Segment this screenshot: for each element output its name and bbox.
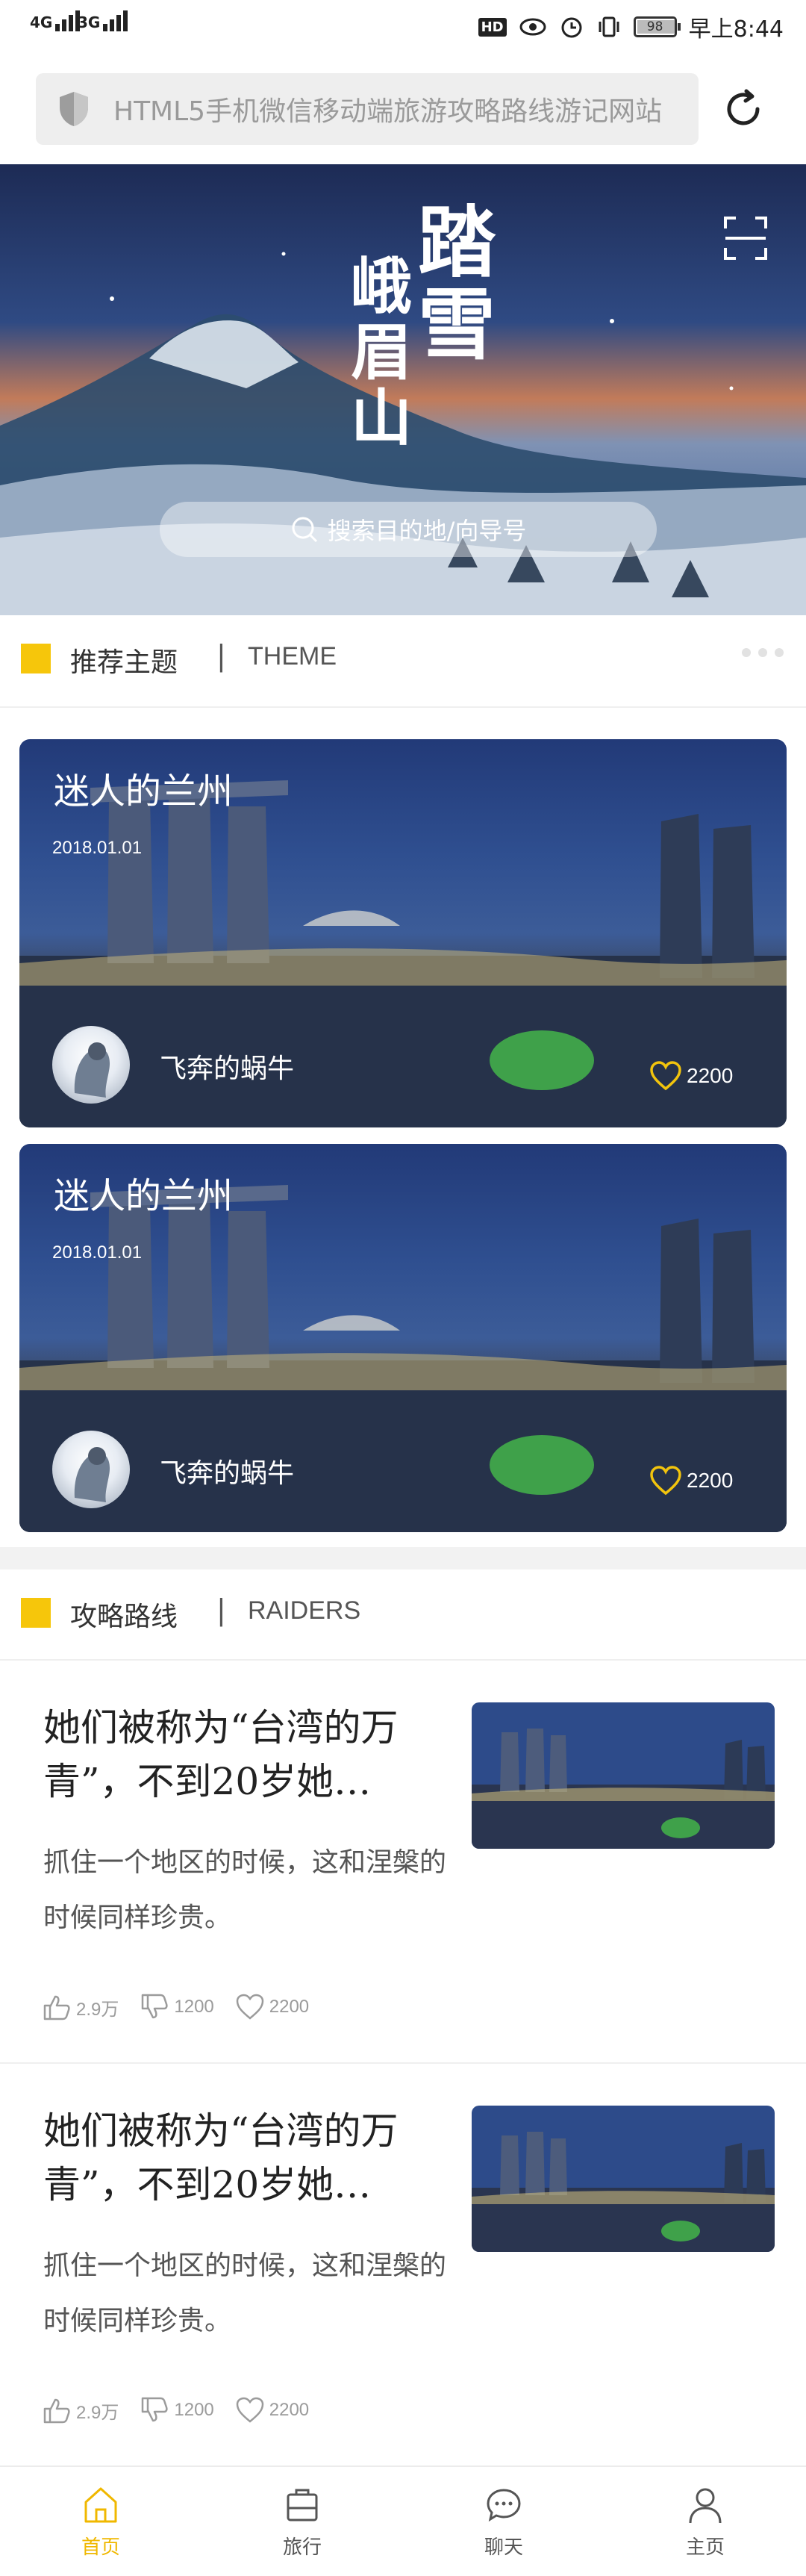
likes-value: 2200 <box>687 1064 734 1087</box>
nav-item-home[interactable]: 首页 <box>0 2467 202 2576</box>
card-title: 迷人的兰州 <box>54 771 234 812</box>
raider-stats: 2.9万 1200 2200 <box>42 2395 330 2425</box>
section-separator: | <box>216 1593 226 1626</box>
card-date: 2018.01.01 <box>52 1242 143 1263</box>
thumbs-up-count: 2.9万 <box>76 2402 119 2423</box>
thumbs-up-stat[interactable]: 2.9万 <box>42 1992 119 2022</box>
favorite-count: 2200 <box>269 1997 310 2017</box>
heart-icon <box>650 1466 681 1496</box>
section-subtitle: THEME <box>248 642 337 671</box>
thumbs-up-icon <box>43 1995 70 2020</box>
likes-count[interactable]: 2200 <box>649 1060 733 1092</box>
eye-icon <box>519 18 546 36</box>
raider-desc: 抓住一个地区的时候，这和涅槃的时候同样珍贵。 <box>43 2250 447 2336</box>
likes-value: 2200 <box>687 1469 734 1492</box>
raider-title: 她们被称为“台湾的万青”，不到20岁她… <box>43 1706 399 1803</box>
thumbs-down-icon <box>142 2397 168 2422</box>
nav-item-chat[interactable]: 聊天 <box>403 2467 604 2576</box>
raider-desc: 抓住一个地区的时候，这和涅槃的时候同样珍贵。 <box>43 1847 447 1933</box>
signal-bars-icon <box>103 10 130 31</box>
battery-indicator: 98 <box>633 16 681 37</box>
thumbs-down-count: 1200 <box>174 1997 214 2017</box>
reload-icon[interactable] <box>721 87 766 131</box>
alarm-icon <box>561 17 582 38</box>
section-gap <box>0 1547 806 1569</box>
raider-item[interactable]: 她们被称为“台湾的万青”，不到20岁她… 抓住一个地区的时候，这和涅槃的时候同样… <box>0 2064 806 2465</box>
section-marker <box>21 644 51 673</box>
thumbs-up-stat[interactable]: 2.9万 <box>42 2395 119 2425</box>
raider-thumbnail <box>472 2106 775 2252</box>
signal-indicator-1: 4G <box>30 10 82 31</box>
hd-badge: HD <box>478 17 507 37</box>
card-date: 2018.01.01 <box>52 838 143 858</box>
thumbs-down-stat[interactable]: 1200 <box>140 2395 214 2425</box>
favorite-count: 2200 <box>269 2400 310 2420</box>
hero-title-main: 踏雪 <box>418 196 496 370</box>
favorite-stat[interactable]: 2200 <box>235 1992 309 2022</box>
heart-icon <box>236 1994 264 2020</box>
nav-item-profile[interactable]: 主页 <box>604 2467 806 2576</box>
card-title: 迷人的兰州 <box>54 1175 234 1217</box>
section-title: 推荐主题 <box>70 647 178 678</box>
chat-icon <box>487 2488 521 2521</box>
raider-thumbnail <box>472 1702 775 1849</box>
search-icon <box>292 517 317 543</box>
thumbs-down-icon <box>142 1994 168 2019</box>
thumbs-up-count: 2.9万 <box>76 1999 119 2020</box>
raider-item[interactable]: 她们被称为“台湾的万青”，不到20岁她… 抓住一个地区的时候，这和涅槃的时候同样… <box>0 1661 806 2062</box>
nav-label-home: 首页 <box>81 2536 120 2559</box>
section-separator: | <box>216 639 226 672</box>
thumbs-down-count: 1200 <box>174 2400 214 2420</box>
home-icon <box>84 2487 117 2522</box>
hero-title-sub: 峨眉山 <box>351 251 413 454</box>
hero-banner[interactable]: 踏雪 峨眉山 搜索目的地/向导号 <box>0 164 806 615</box>
thumbs-down-stat[interactable]: 1200 <box>140 1992 214 2022</box>
thumbs-up-icon <box>43 2398 70 2424</box>
nav-label-profile: 主页 <box>685 2536 725 2559</box>
section-title: 攻略路线 <box>70 1602 178 1632</box>
vibrate-icon <box>599 16 619 37</box>
favorite-stat[interactable]: 2200 <box>235 2395 309 2425</box>
avatar[interactable] <box>52 1431 130 1508</box>
theme-section-header: 推荐主题 | THEME <box>0 615 806 702</box>
browser-url-bar: HTML5手机微信移动端旅游攻略路线游记网站 <box>0 58 806 164</box>
signal-indicator-2: 3G <box>78 10 130 31</box>
raider-stats: 2.9万 1200 2200 <box>42 1992 330 2022</box>
status-time: 早上8:44 <box>688 16 784 43</box>
nav-label-chat: 聊天 <box>484 2536 523 2559</box>
section-subtitle: RAIDERS <box>248 1596 361 1625</box>
battery-level: 98 <box>646 19 663 34</box>
nav-item-travel[interactable]: 旅行 <box>202 2467 403 2576</box>
hero-search-placeholder: 搜索目的地/向导号 <box>327 517 527 545</box>
raiders-section-header: 攻略路线 | RAIDERS <box>0 1569 806 1656</box>
url-field[interactable]: HTML5手机微信移动端旅游攻略路线游记网站 <box>36 73 699 145</box>
status-bar: 4G 3G HD 98 早上8:44 <box>0 0 806 58</box>
author-name: 飞奔的蜗牛 <box>160 1054 295 1084</box>
network-type-label-1: 4G <box>30 13 53 31</box>
author-name: 飞奔的蜗牛 <box>160 1458 295 1489</box>
heart-icon <box>236 2397 264 2423</box>
url-text: HTML5手机微信移动端旅游攻略路线游记网站 <box>113 96 663 127</box>
network-type-label-2: 3G <box>78 13 101 31</box>
theme-card[interactable]: 迷人的兰州 2018.01.01 飞奔的蜗牛 2200 <box>19 739 787 1127</box>
raider-title: 她们被称为“台湾的万青”，不到20岁她… <box>43 2109 399 2206</box>
theme-card[interactable]: 迷人的兰州 2018.01.01 飞奔的蜗牛 2200 <box>19 1144 787 1532</box>
shield-icon <box>60 92 88 126</box>
suitcase-icon <box>287 2489 318 2521</box>
hero-search-bar[interactable]: 搜索目的地/向导号 <box>160 502 657 557</box>
avatar[interactable] <box>52 1026 130 1104</box>
bottom-nav: 首页 旅行 聊天 主页 <box>0 2465 806 2576</box>
section-marker <box>21 1598 51 1628</box>
scan-icon[interactable] <box>722 215 769 261</box>
user-icon <box>689 2488 722 2523</box>
section-divider <box>0 706 806 708</box>
more-dots-icon[interactable] <box>742 648 784 657</box>
heart-icon <box>650 1061 681 1091</box>
nav-label-travel: 旅行 <box>282 2536 322 2559</box>
likes-count[interactable]: 2200 <box>649 1465 733 1496</box>
